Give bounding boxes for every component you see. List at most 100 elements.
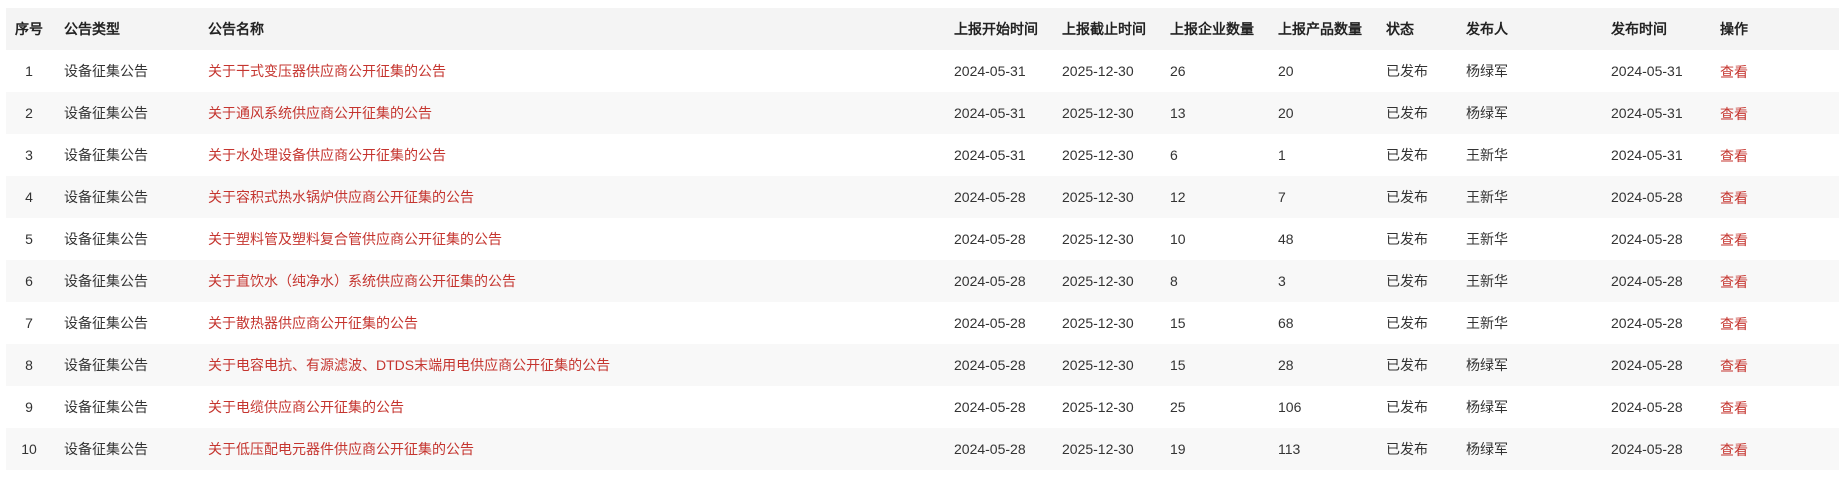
cell-index: 8 <box>25 357 33 373</box>
cell-company-count: 8 <box>1170 273 1178 289</box>
cell-status: 已发布 <box>1386 357 1428 373</box>
cell-start-time: 2024-05-31 <box>954 147 1026 163</box>
cell-product-count: 48 <box>1278 231 1294 247</box>
view-link[interactable]: 查看 <box>1720 442 1748 458</box>
cell-company-count: 15 <box>1170 357 1186 373</box>
cell-product-count: 20 <box>1278 105 1294 121</box>
cell-index: 6 <box>25 273 33 289</box>
view-link[interactable]: 查看 <box>1720 64 1748 80</box>
view-link[interactable]: 查看 <box>1720 400 1748 416</box>
cell-product-count: 113 <box>1278 441 1301 457</box>
cell-action: 查看 <box>1708 386 1839 428</box>
announcement-link[interactable]: 关于水处理设备供应商公开征集的公告 <box>208 147 446 163</box>
cell-product-count: 68 <box>1278 315 1294 331</box>
view-link[interactable]: 查看 <box>1720 358 1748 374</box>
cell-type: 设备征集公告 <box>64 273 148 289</box>
cell-company-count: 25 <box>1170 399 1186 415</box>
announcement-link[interactable]: 关于电缆供应商公开征集的公告 <box>208 399 404 415</box>
cell-index: 3 <box>25 147 33 163</box>
announcement-link[interactable]: 关于电容电抗、有源滤波、DTDS末端用电供应商公开征集的公告 <box>208 357 610 373</box>
cell-name: 关于干式变压器供应商公开征集的公告 <box>196 50 942 92</box>
cell-name: 关于低压配电元器件供应商公开征集的公告 <box>196 428 942 470</box>
cell-index: 2 <box>25 105 33 121</box>
cell-end-time: 2025-12-30 <box>1062 315 1134 331</box>
cell-end-time: 2025-12-30 <box>1062 105 1134 121</box>
cell-type: 设备征集公告 <box>64 105 148 121</box>
cell-status: 已发布 <box>1386 231 1428 247</box>
cell-action: 查看 <box>1708 260 1839 302</box>
cell-action: 查看 <box>1708 428 1839 470</box>
cell-publish-time: 2024-05-28 <box>1611 273 1683 289</box>
header-type: 公告类型 <box>64 21 120 37</box>
cell-status: 已发布 <box>1386 105 1428 121</box>
cell-index: 10 <box>21 441 37 457</box>
table-row: 8 设备征集公告 关于电容电抗、有源滤波、DTDS末端用电供应商公开征集的公告 202… <box>6 344 1839 386</box>
cell-publisher: 杨绿军 <box>1466 399 1508 415</box>
cell-publisher: 王新华 <box>1466 315 1508 331</box>
cell-type: 设备征集公告 <box>64 441 148 457</box>
header-index: 序号 <box>15 21 43 37</box>
cell-action: 查看 <box>1708 302 1839 344</box>
cell-action: 查看 <box>1708 218 1839 260</box>
cell-start-time: 2024-05-28 <box>954 273 1026 289</box>
table-body: 1 设备征集公告 关于干式变压器供应商公开征集的公告 2024-05-31 2025-1… <box>6 50 1839 470</box>
cell-end-time: 2025-12-30 <box>1062 441 1134 457</box>
header-end-time: 上报截止时间 <box>1062 21 1146 37</box>
announcement-link[interactable]: 关于低压配电元器件供应商公开征集的公告 <box>208 441 474 457</box>
table-row: 4 设备征集公告 关于容积式热水锅炉供应商公开征集的公告 2024-05-28 2025… <box>6 176 1839 218</box>
cell-publisher: 杨绿军 <box>1466 441 1508 457</box>
view-link[interactable]: 查看 <box>1720 274 1748 290</box>
cell-name: 关于通风系统供应商公开征集的公告 <box>196 92 942 134</box>
announcement-link[interactable]: 关于干式变压器供应商公开征集的公告 <box>208 63 446 79</box>
cell-type: 设备征集公告 <box>64 399 148 415</box>
cell-publisher: 杨绿军 <box>1466 105 1508 121</box>
cell-company-count: 10 <box>1170 231 1186 247</box>
table-row: 9 设备征集公告 关于电缆供应商公开征集的公告 2024-05-28 2025-12-3… <box>6 386 1839 428</box>
cell-publish-time: 2024-05-28 <box>1611 399 1683 415</box>
cell-type: 设备征集公告 <box>64 63 148 79</box>
cell-product-count: 7 <box>1278 189 1286 205</box>
view-link[interactable]: 查看 <box>1720 148 1748 164</box>
cell-publisher: 王新华 <box>1466 189 1508 205</box>
cell-publish-time: 2024-05-31 <box>1611 63 1683 79</box>
header-row: 序号 公告类型 公告名称 上报开始时间 上报截止时间 上报企业数量 上报产品数量… <box>6 8 1839 50</box>
cell-publish-time: 2024-05-28 <box>1611 357 1683 373</box>
announcement-link[interactable]: 关于容积式热水锅炉供应商公开征集的公告 <box>208 189 474 205</box>
announcement-link[interactable]: 关于塑料管及塑料复合管供应商公开征集的公告 <box>208 231 502 247</box>
view-link[interactable]: 查看 <box>1720 106 1748 122</box>
cell-status: 已发布 <box>1386 189 1428 205</box>
header-publish-time: 发布时间 <box>1611 21 1667 37</box>
cell-name: 关于电缆供应商公开征集的公告 <box>196 386 942 428</box>
cell-type: 设备征集公告 <box>64 357 148 373</box>
cell-index: 5 <box>25 231 33 247</box>
cell-company-count: 13 <box>1170 105 1186 121</box>
cell-status: 已发布 <box>1386 63 1428 79</box>
cell-publisher: 王新华 <box>1466 273 1508 289</box>
cell-publish-time: 2024-05-31 <box>1611 105 1683 121</box>
cell-action: 查看 <box>1708 134 1839 176</box>
cell-status: 已发布 <box>1386 315 1428 331</box>
cell-end-time: 2025-12-30 <box>1062 273 1134 289</box>
cell-start-time: 2024-05-31 <box>954 63 1026 79</box>
header-status: 状态 <box>1386 21 1414 37</box>
cell-end-time: 2025-12-30 <box>1062 231 1134 247</box>
cell-product-count: 1 <box>1278 147 1286 163</box>
announcement-link[interactable]: 关于通风系统供应商公开征集的公告 <box>208 105 432 121</box>
announcement-link[interactable]: 关于散热器供应商公开征集的公告 <box>208 315 418 331</box>
cell-start-time: 2024-05-28 <box>954 441 1026 457</box>
cell-publish-time: 2024-05-28 <box>1611 189 1683 205</box>
cell-index: 7 <box>25 315 33 331</box>
header-action: 操作 <box>1720 21 1748 37</box>
view-link[interactable]: 查看 <box>1720 316 1748 332</box>
table-row: 5 设备征集公告 关于塑料管及塑料复合管供应商公开征集的公告 2024-05-28 20… <box>6 218 1839 260</box>
cell-type: 设备征集公告 <box>64 231 148 247</box>
header-product-count: 上报产品数量 <box>1278 21 1362 37</box>
cell-index: 1 <box>25 63 33 79</box>
table-row: 6 设备征集公告 关于直饮水（纯净水）系统供应商公开征集的公告 2024-05-28 2… <box>6 260 1839 302</box>
announcement-link[interactable]: 关于直饮水（纯净水）系统供应商公开征集的公告 <box>208 273 516 289</box>
view-link[interactable]: 查看 <box>1720 190 1748 206</box>
cell-type: 设备征集公告 <box>64 315 148 331</box>
view-link[interactable]: 查看 <box>1720 232 1748 248</box>
cell-action: 查看 <box>1708 344 1839 386</box>
cell-end-time: 2025-12-30 <box>1062 357 1134 373</box>
